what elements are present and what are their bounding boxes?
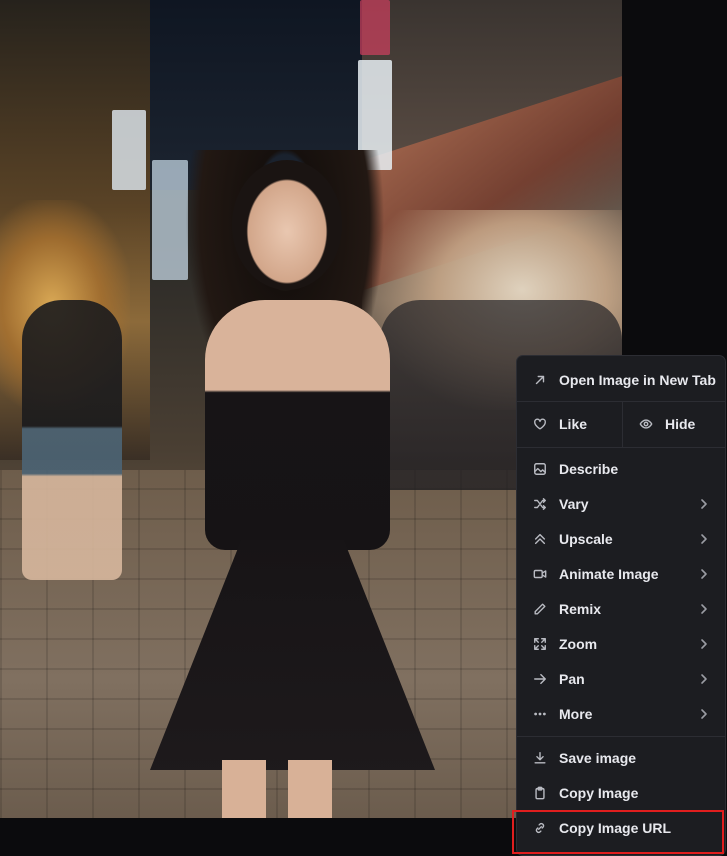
hide-label: Hide [665,415,696,432]
copy-image-url-label: Copy Image URL [559,819,672,836]
chevron-right-icon [698,602,710,614]
upscale-item[interactable]: Upscale [517,521,725,556]
zoom-label: Zoom [559,635,598,652]
photo-subject-legs [222,760,332,818]
pan-label: Pan [559,670,585,687]
upscale-label: Upscale [559,530,613,547]
clipboard-icon [532,785,548,801]
ellipsis-icon [532,706,548,722]
vary-label: Vary [559,495,589,512]
arrow-right-icon [532,671,548,687]
image-context-menu: Open Image in New Tab Like Hide Describe… [516,355,726,856]
copy-image-url-item[interactable]: Copy Image URL [517,810,725,845]
heart-icon [532,416,548,432]
menu-divider [517,447,725,448]
zoom-item[interactable]: Zoom [517,626,725,661]
video-camera-icon [532,566,548,582]
photo-sign [152,160,188,280]
image-icon [532,461,548,477]
chevron-right-icon [698,567,710,579]
photo-subject-head [232,160,342,290]
save-image-item[interactable]: Save image [517,740,725,775]
photo-sign [112,110,146,190]
photo-sign [360,0,390,55]
remix-item[interactable]: Remix [517,591,725,626]
like-item[interactable]: Like [517,406,622,441]
copy-image-label: Copy Image [559,784,639,801]
link-icon [532,820,548,836]
menu-divider [517,736,725,737]
copy-image-item[interactable]: Copy Image [517,775,725,810]
eye-icon [638,416,654,432]
download-icon [532,750,548,766]
chevron-right-icon [698,497,710,509]
chevron-right-icon [698,707,710,719]
open-in-new-tab-label: Open Image in New Tab [559,371,716,388]
like-label: Like [559,415,588,432]
animate-image-label: Animate Image [559,565,659,582]
animate-image-item[interactable]: Animate Image [517,556,725,591]
save-image-label: Save image [559,749,637,766]
open-in-new-tab-item[interactable]: Open Image in New Tab [517,362,725,397]
expand-icon [532,636,548,652]
chevron-right-icon [698,532,710,544]
double-chevron-up-icon [532,531,548,547]
chevron-right-icon [698,672,710,684]
pan-item[interactable]: Pan [517,661,725,696]
more-item[interactable]: More [517,696,725,731]
photo-pedestrian [22,300,122,580]
describe-label: Describe [559,460,619,477]
shuffle-icon [532,496,548,512]
hide-item[interactable]: Hide [623,406,727,441]
remix-label: Remix [559,600,602,617]
more-label: More [559,705,593,722]
photo-subject-torso [205,300,390,550]
describe-item[interactable]: Describe [517,451,725,486]
menu-divider [517,401,725,402]
arrow-up-right-icon [532,372,548,388]
vary-item[interactable]: Vary [517,486,725,521]
chevron-right-icon [698,637,710,649]
pencil-icon [532,601,548,617]
